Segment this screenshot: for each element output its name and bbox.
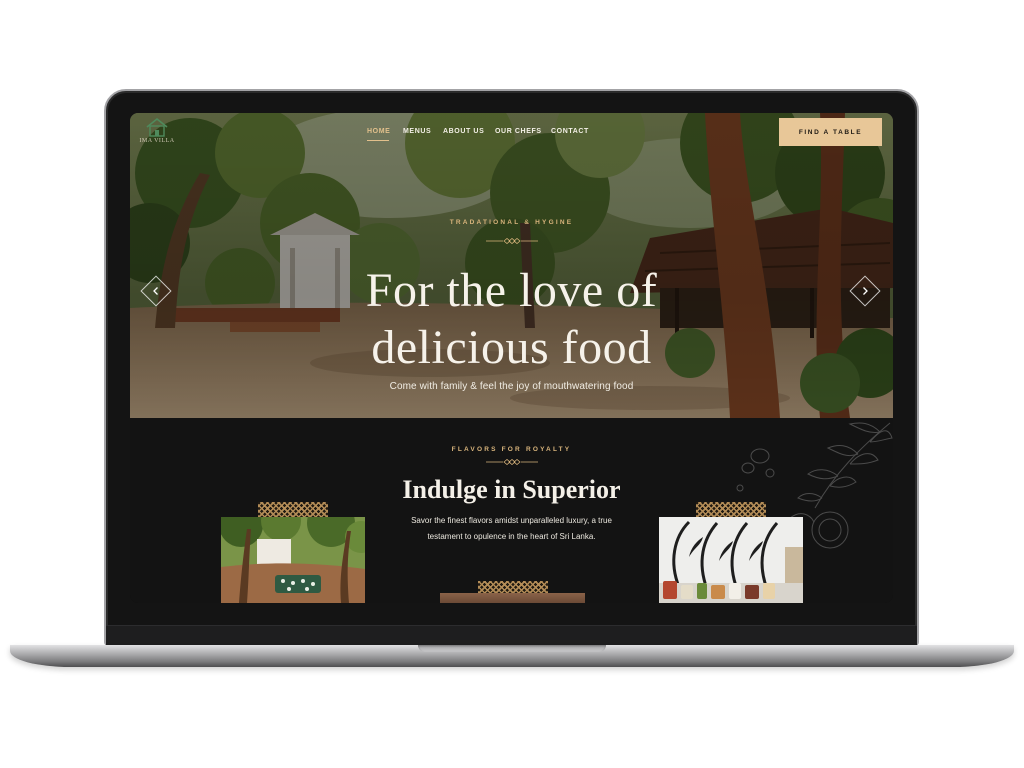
garden-dining-photo <box>221 517 365 603</box>
laptop-hinge <box>106 625 917 645</box>
nav-our-chefs[interactable]: OUR CHEFS <box>495 128 542 135</box>
diamond-divider-icon <box>486 459 538 465</box>
logo-text: IMA VILLA <box>139 138 175 144</box>
hero-title: For the love of delicious food <box>130 262 893 376</box>
hero-title-line-2: delicious food <box>371 321 652 374</box>
section-eyebrow: FLAVORS FOR ROYALTY <box>451 446 572 453</box>
pattern-ribbon <box>696 502 766 517</box>
gallery-photo <box>440 593 585 603</box>
pattern-ribbon <box>478 581 548 593</box>
hero-subtitle: Come with family & feel the joy of mouth… <box>389 381 634 392</box>
laptop-notch <box>418 645 606 652</box>
site-logo[interactable]: IMA VILLA <box>139 117 174 151</box>
laptop-screen: IMA VILLA HOME MENUS ABOUT US OUR CHEFS … <box>130 113 893 603</box>
diamond-divider-icon <box>486 238 538 244</box>
nav-home[interactable]: HOME <box>367 128 390 135</box>
nav-active-indicator <box>367 140 389 141</box>
hero-title-line-1: For the love of <box>365 264 658 317</box>
nav-about-us[interactable]: ABOUT US <box>443 128 484 135</box>
nav-contact[interactable]: CONTACT <box>551 128 589 135</box>
nav-menus[interactable]: MENUS <box>403 128 431 135</box>
find-a-table-button[interactable]: FIND A TABLE <box>779 118 882 146</box>
interior-decor-photo <box>659 517 803 603</box>
house-icon <box>146 117 168 137</box>
pattern-ribbon <box>258 502 328 517</box>
hero-eyebrow: TRADATIONAL & HYGINE <box>449 219 574 226</box>
section-title: Indulge in Superior <box>402 475 621 504</box>
find-a-table-label: FIND A TABLE <box>798 128 863 136</box>
hero-section: IMA VILLA HOME MENUS ABOUT US OUR CHEFS … <box>130 113 893 418</box>
